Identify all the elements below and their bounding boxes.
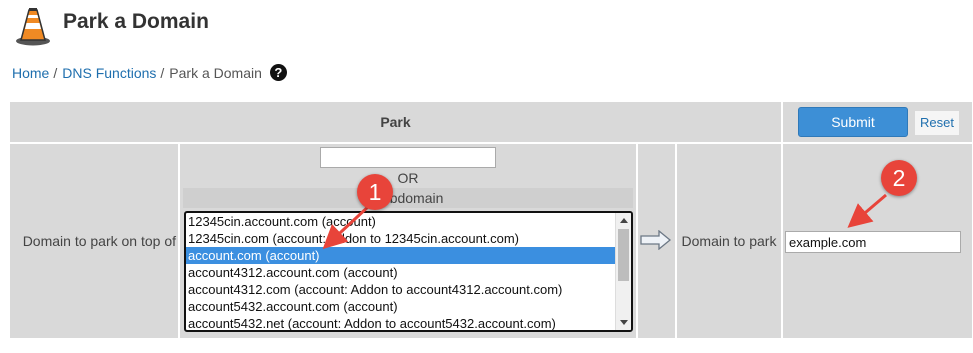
submit-button[interactable]: Submit: [798, 107, 908, 137]
domain-input-cell: [783, 144, 972, 338]
question-circle-icon[interactable]: ?: [269, 64, 287, 81]
domain-option[interactable]: 12345cin.account.com (account): [186, 213, 615, 230]
right-arrow-icon: [640, 230, 672, 250]
domain-list: 12345cin.account.com (account) 12345cin.c…: [186, 213, 615, 330]
submit-cell: Submit Reset: [783, 102, 972, 142]
domain-option[interactable]: account5432.account.com (account): [186, 298, 615, 315]
breadcrumb: Home / DNS Functions / Park a Domain ?: [12, 64, 287, 81]
listbox-scrollbar[interactable]: [615, 213, 631, 330]
callout-1: 1: [357, 174, 393, 210]
breadcrumb-dns-functions-link[interactable]: DNS Functions: [62, 65, 156, 81]
park-header: Park: [10, 102, 781, 142]
subdomain-header: Subdomain: [183, 188, 633, 208]
domain-to-park-input[interactable]: [785, 231, 961, 253]
domain-option[interactable]: account.com (account): [186, 247, 615, 264]
scroll-down-icon[interactable]: [620, 320, 628, 325]
reset-button[interactable]: Reset: [915, 111, 959, 135]
traffic-cone-icon: [16, 8, 50, 46]
or-label: OR: [397, 170, 419, 186]
park-domain-table: Park Submit Reset Domain to park on top …: [10, 102, 972, 338]
subdomain-input[interactable]: [320, 147, 496, 168]
domain-option[interactable]: account4312.com (account: Addon to accou…: [186, 281, 615, 298]
breadcrumb-separator: /: [160, 64, 165, 81]
domain-to-park-label: Domain to park: [677, 144, 781, 338]
callout-2: 2: [881, 160, 917, 196]
domain-option[interactable]: account5432.net (account: Addon to accou…: [186, 315, 615, 330]
breadcrumb-home-link[interactable]: Home: [12, 65, 49, 81]
domain-option[interactable]: account4312.account.com (account): [186, 264, 615, 281]
arrow-cell: [638, 144, 675, 338]
breadcrumb-separator: /: [53, 64, 58, 81]
domain-to-park-on-label: Domain to park on top of: [10, 144, 178, 338]
scroll-up-icon[interactable]: [620, 218, 628, 223]
page-title: Park a Domain: [63, 10, 209, 33]
domain-option[interactable]: 12345cin.com (account: Addon to 12345cin…: [186, 230, 615, 247]
domain-select-cell: OR Subdomain 12345cin.account.com (accou…: [180, 144, 636, 338]
breadcrumb-current: Park a Domain: [169, 64, 262, 81]
scrollbar-thumb[interactable]: [618, 229, 629, 281]
domain-listbox[interactable]: 12345cin.account.com (account) 12345cin.c…: [184, 211, 633, 332]
